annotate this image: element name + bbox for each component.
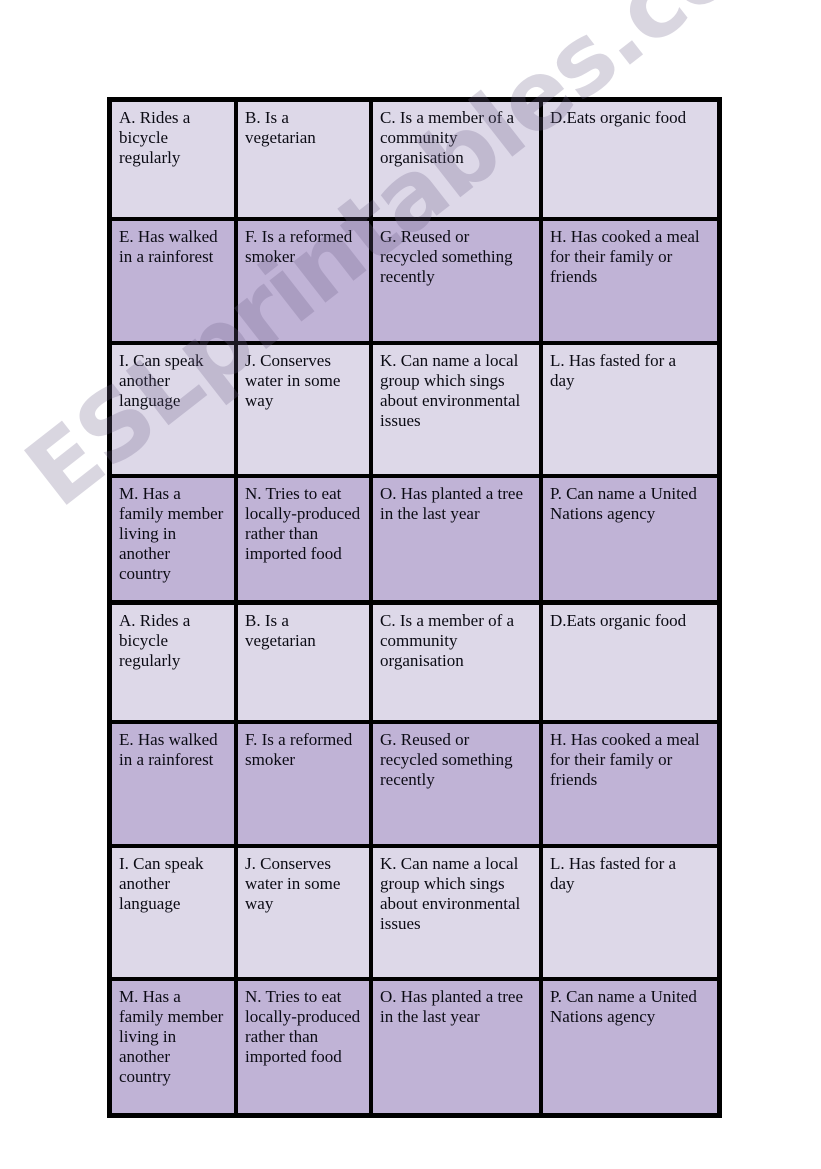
grid-cell-j[interactable]: J. Conserves water in some way — [236, 846, 371, 979]
grid-cell-o[interactable]: O. Has planted a tree in the last year — [371, 979, 541, 1115]
grid-cell-e[interactable]: E. Has walked in a rainforest — [110, 219, 236, 343]
grid-cell-h[interactable]: H. Has cooked a meal for their family or… — [541, 722, 719, 846]
grid-cell-m[interactable]: M. Has a family member living in another… — [110, 476, 236, 612]
table-row: E. Has walked in a rainforest F. Is a re… — [110, 219, 719, 343]
grid-cell-n[interactable]: N. Tries to eat locally-produced rather … — [236, 476, 371, 612]
table-row: A. Rides a bicycle regularly B. Is a veg… — [110, 100, 719, 219]
grid-cell-l[interactable]: L. Has fasted for a day — [541, 343, 719, 476]
grid-cell-text: J. Conserves water in some way — [245, 351, 341, 410]
grid-cell-p[interactable]: P. Can name a United Nations agency — [541, 476, 719, 612]
grid-cell-text: O. Has planted a tree in the last year — [380, 987, 524, 1026]
grid-cell-l[interactable]: L. Has fasted for a day — [541, 846, 719, 979]
grid-cell-text: M. Has a family member living in another… — [119, 484, 224, 583]
grid-cell-text: E. Has walked in a rainforest — [119, 730, 218, 769]
grid-cell-a[interactable]: A. Rides a bicycle regularly — [110, 603, 236, 722]
grid-cell-f[interactable]: F. Is a reformed smoker — [236, 219, 371, 343]
grid-cell-text: E. Has walked in a rainforest — [119, 227, 218, 266]
table-row: M. Has a family member living in another… — [110, 476, 719, 612]
grid-cell-m[interactable]: M. Has a family member living in another… — [110, 979, 236, 1115]
grid-cell-text: H. Has cooked a meal for their family or… — [550, 227, 700, 286]
grid-cell-text: D.Eats organic food — [550, 108, 687, 127]
grid-cell-text: L. Has fasted for a day — [550, 351, 677, 390]
grid-cell-text: H. Has cooked a meal for their family or… — [550, 730, 700, 789]
grid-cell-text: A. Rides a bicycle regularly — [119, 611, 191, 670]
grid-cell-text: I. Can speak another language — [119, 351, 204, 410]
grid-cell-text: D.Eats organic food — [550, 611, 687, 630]
grid-cell-g[interactable]: G. Reused or recycled something recently — [371, 219, 541, 343]
grid-cell-text: P. Can name a United Nations agency — [550, 987, 697, 1026]
grid-cell-k[interactable]: K. Can name a local group which sings ab… — [371, 846, 541, 979]
grid-cell-o[interactable]: O. Has planted a tree in the last year — [371, 476, 541, 612]
grid-cell-text: C. Is a member of a community organisati… — [380, 611, 515, 670]
grid-cell-c[interactable]: C. Is a member of a community organisati… — [371, 100, 541, 219]
grid-cell-p[interactable]: P. Can name a United Nations agency — [541, 979, 719, 1115]
grid-cell-g[interactable]: G. Reused or recycled something recently — [371, 722, 541, 846]
bingo-grid-bottom: A. Rides a bicycle regularly B. Is a veg… — [107, 600, 722, 1118]
grid-cell-text: N. Tries to eat locally-produced rather … — [245, 484, 361, 563]
grid-cell-text: F. Is a reformed smoker — [245, 730, 353, 769]
grid-cell-i[interactable]: I. Can speak another language — [110, 846, 236, 979]
grid-cell-e[interactable]: E. Has walked in a rainforest — [110, 722, 236, 846]
grid-cell-text: B. Is a vegetarian — [245, 611, 316, 650]
grid-cell-text: M. Has a family member living in another… — [119, 987, 224, 1086]
table-row: I. Can speak another language J. Conserv… — [110, 846, 719, 979]
worksheet-page: A. Rides a bicycle regularly B. Is a veg… — [0, 0, 821, 1169]
grid-cell-b[interactable]: B. Is a vegetarian — [236, 100, 371, 219]
bingo-grid-top: A. Rides a bicycle regularly B. Is a veg… — [107, 97, 722, 615]
table-row: A. Rides a bicycle regularly B. Is a veg… — [110, 603, 719, 722]
grid-cell-f[interactable]: F. Is a reformed smoker — [236, 722, 371, 846]
grid-cell-text: K. Can name a local group which sings ab… — [380, 854, 521, 933]
grid-cell-text: C. Is a member of a community organisati… — [380, 108, 515, 167]
grid-cell-j[interactable]: J. Conserves water in some way — [236, 343, 371, 476]
grid-cell-text: F. Is a reformed smoker — [245, 227, 353, 266]
grid-cell-text: N. Tries to eat locally-produced rather … — [245, 987, 361, 1066]
grid-cell-text: I. Can speak another language — [119, 854, 204, 913]
grid-cell-text: G. Reused or recycled something recently — [380, 227, 513, 286]
table-row: M. Has a family member living in another… — [110, 979, 719, 1115]
grid-cell-text: J. Conserves water in some way — [245, 854, 341, 913]
grid-cell-h[interactable]: H. Has cooked a meal for their family or… — [541, 219, 719, 343]
grid-cell-d[interactable]: D.Eats organic food — [541, 603, 719, 722]
table-row: E. Has walked in a rainforest F. Is a re… — [110, 722, 719, 846]
grid-cell-text: L. Has fasted for a day — [550, 854, 677, 893]
grid-cell-c[interactable]: C. Is a member of a community organisati… — [371, 603, 541, 722]
grid-cell-text: P. Can name a United Nations agency — [550, 484, 697, 523]
grid-cell-a[interactable]: A. Rides a bicycle regularly — [110, 100, 236, 219]
grid-cell-text: G. Reused or recycled something recently — [380, 730, 513, 789]
grid-cell-i[interactable]: I. Can speak another language — [110, 343, 236, 476]
table-row: I. Can speak another language J. Conserv… — [110, 343, 719, 476]
grid-cell-text: K. Can name a local group which sings ab… — [380, 351, 521, 430]
grid-cell-text: O. Has planted a tree in the last year — [380, 484, 524, 523]
grid-cell-d[interactable]: D.Eats organic food — [541, 100, 719, 219]
grid-cell-b[interactable]: B. Is a vegetarian — [236, 603, 371, 722]
grid-cell-n[interactable]: N. Tries to eat locally-produced rather … — [236, 979, 371, 1115]
grid-cell-k[interactable]: K. Can name a local group which sings ab… — [371, 343, 541, 476]
grid-cell-text: A. Rides a bicycle regularly — [119, 108, 191, 167]
grid-cell-text: B. Is a vegetarian — [245, 108, 316, 147]
